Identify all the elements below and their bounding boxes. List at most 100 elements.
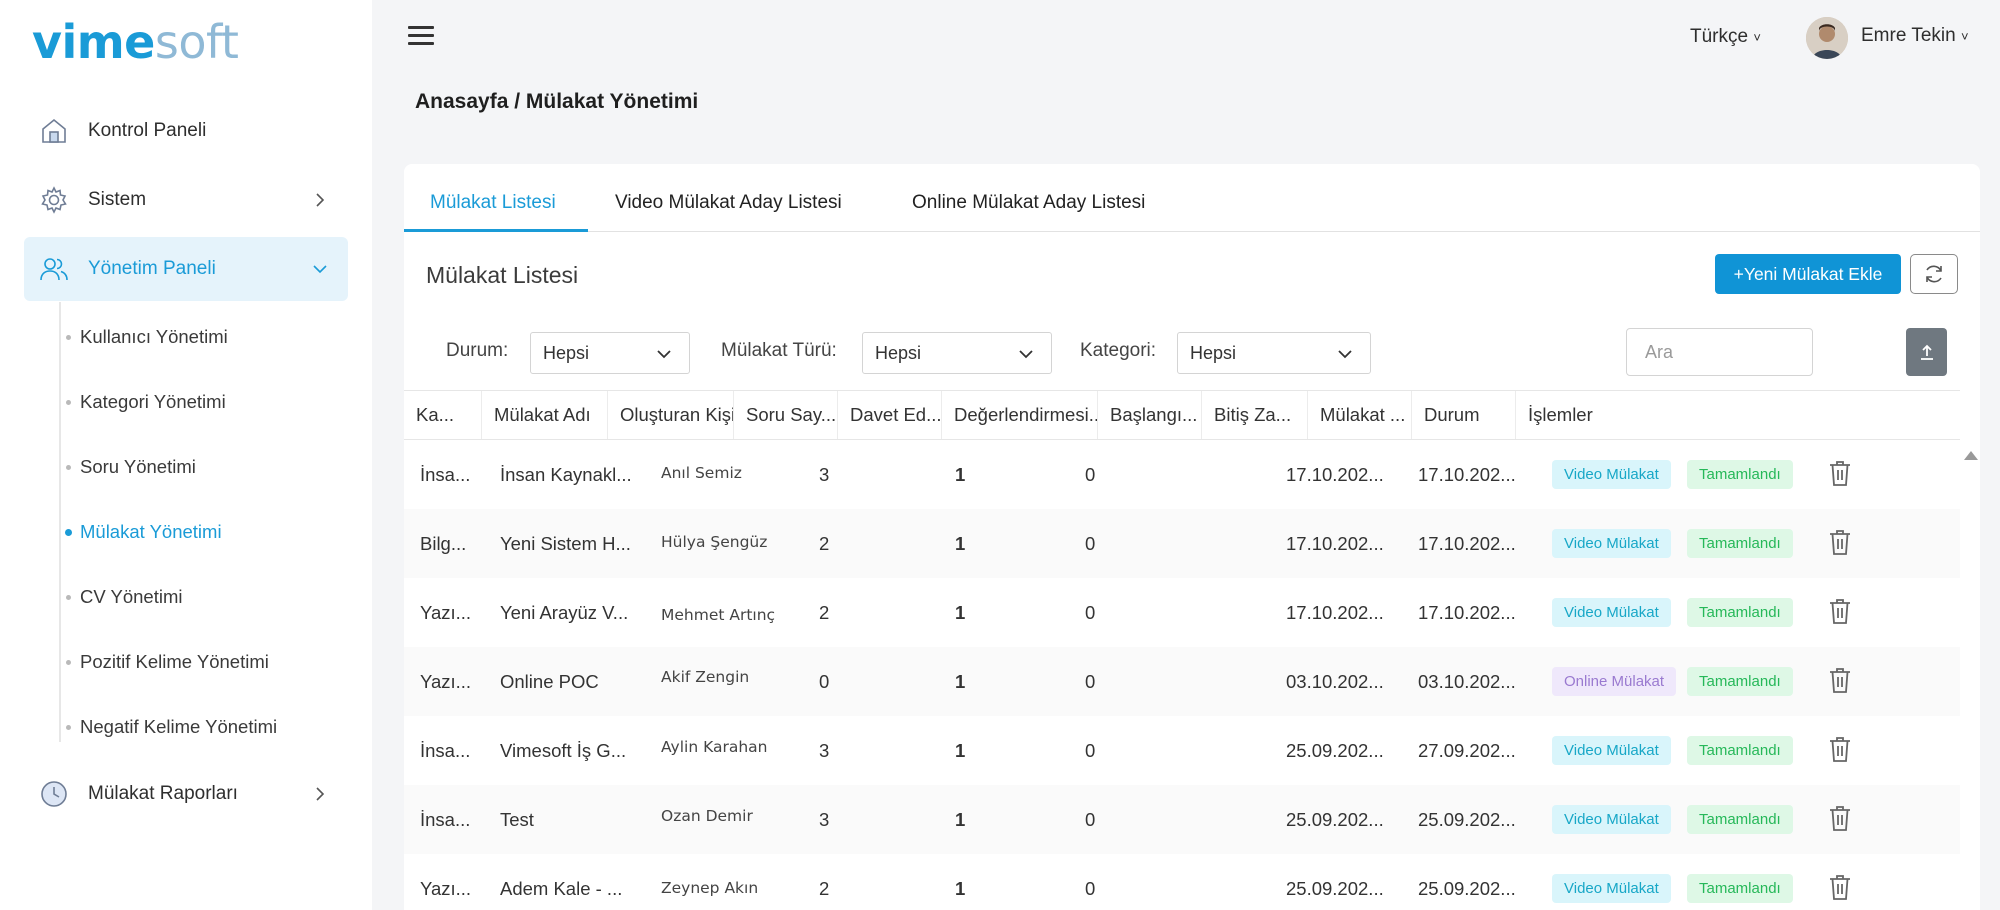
sidebar-item-yonetim-paneli[interactable]: Yönetim Paneli	[24, 237, 348, 301]
column-header[interactable]: Değerlendirmesi...	[942, 391, 1098, 439]
chevron-down-icon: ˅	[1753, 30, 1761, 45]
sidebar: vimesoft Kontrol Paneli Sistem Yönetim P…	[0, 0, 372, 910]
column-header[interactable]: Oluşturan Kişi	[608, 391, 734, 439]
sidebar-subitem-soru[interactable]: Soru Yönetimi	[66, 451, 196, 483]
filter-tur-label: Mülakat Türü:	[721, 340, 837, 361]
menu-toggle-icon[interactable]	[408, 26, 434, 48]
cell-ad: Vimesoft İş G...	[500, 740, 627, 761]
cell-deger: 0	[1085, 533, 1096, 554]
trash-icon[interactable]	[1828, 528, 1852, 556]
chevron-down-icon: ˅	[1960, 29, 1969, 44]
filter-tur-select[interactable]: Hepsi	[862, 332, 1052, 374]
cell-ad: Online POC	[500, 671, 599, 692]
cell-soru: 3	[819, 464, 830, 485]
table-row[interactable]: Yazı... Online POC Akif Zengin 0 1 0 03.…	[404, 647, 1960, 716]
column-header[interactable]: İşlemler	[1516, 391, 1642, 439]
trash-icon[interactable]	[1828, 459, 1852, 487]
type-badge: Video Mülakat	[1552, 598, 1671, 627]
trash-icon[interactable]	[1828, 735, 1852, 763]
cell-soru: 2	[819, 533, 830, 554]
column-header[interactable]: Soru Say...	[734, 391, 838, 439]
cell-soru: 0	[819, 671, 830, 692]
sidebar-subitem-kategori[interactable]: Kategori Yönetimi	[66, 386, 226, 418]
sidebar-subitem-pozitif[interactable]: Pozitif Kelime Yönetimi	[66, 646, 269, 678]
column-header[interactable]: Başlangı...	[1098, 391, 1202, 439]
cell-kisi: Anıl Semiz	[661, 464, 742, 482]
cell-kisi: Akif Zengin	[661, 668, 750, 686]
cell-ad: Adem Kale - ...	[500, 878, 623, 899]
tab-mulakat-listesi[interactable]: Mülakat Listesi	[404, 192, 588, 232]
cell-baslangic: 17.10.202...	[1286, 533, 1384, 554]
column-header[interactable]: Durum	[1412, 391, 1516, 439]
status-badge: Tamamlandı	[1687, 460, 1793, 489]
filter-kategori-select[interactable]: Hepsi	[1177, 332, 1371, 374]
cell-kategori: İnsa...	[420, 740, 471, 761]
sidebar-subitem-cv[interactable]: CV Yönetimi	[65, 581, 182, 613]
table-row[interactable]: İnsa... İnsan Kaynakl... Anıl Semiz 3 1 …	[404, 440, 1960, 509]
cell-ad: Yeni Arayüz V...	[500, 602, 629, 623]
sidebar-item-kontrol-paneli[interactable]: Kontrol Paneli	[24, 99, 348, 163]
chevron-right-icon	[316, 193, 325, 207]
cell-bitis: 27.09.202...	[1418, 740, 1516, 761]
table-row[interactable]: İnsa... Test Ozan Demir 3 1 0 25.09.202.…	[404, 785, 1960, 854]
vimesoft-logo[interactable]: vimesoft	[32, 14, 239, 70]
trash-icon[interactable]	[1828, 873, 1852, 901]
status-badge: Tamamlandı	[1687, 667, 1793, 696]
cell-soru: 3	[819, 809, 830, 830]
sidebar-item-label: Kontrol Paneli	[88, 120, 207, 141]
column-header[interactable]: Ka...	[404, 391, 482, 439]
language-selector[interactable]: Türkçe ˅	[1690, 26, 1761, 48]
table-row[interactable]: Yazı... Adem Kale - ... Zeynep Akın 2 1 …	[404, 854, 1960, 910]
cell-ad: Yeni Sistem H...	[500, 533, 631, 554]
trash-icon[interactable]	[1828, 804, 1852, 832]
tab-video-mulakat-aday[interactable]: Video Mülakat Aday Listesi	[615, 192, 842, 232]
avatar[interactable]	[1806, 17, 1848, 59]
column-header[interactable]: Mülakat Adı	[482, 391, 608, 439]
logo-part-2: soft	[154, 15, 239, 69]
column-header[interactable]: Davet Ed...	[838, 391, 942, 439]
cell-deger: 0	[1085, 602, 1096, 623]
cell-davet: 1	[955, 740, 966, 761]
chevron-down-icon	[313, 265, 327, 274]
add-interview-button[interactable]: +Yeni Mülakat Ekle	[1715, 254, 1901, 294]
filter-durum-select[interactable]: Hepsi	[530, 332, 690, 374]
trash-icon[interactable]	[1828, 597, 1852, 625]
cell-kategori: Yazı...	[420, 671, 472, 692]
column-header[interactable]: Bitiş Za...	[1202, 391, 1308, 439]
interview-list-card: Mülakat Listesi Video Mülakat Aday Liste…	[404, 164, 1980, 910]
cell-kategori: İnsa...	[420, 464, 471, 485]
cell-baslangic: 25.09.202...	[1286, 740, 1384, 761]
cell-kisi: Zeynep Akın	[661, 879, 759, 897]
column-header[interactable]: Mülakat ...	[1308, 391, 1412, 439]
table-row[interactable]: Yazı... Yeni Arayüz V... Mehmet Artınç 2…	[404, 578, 1960, 647]
filter-kategori-label: Kategori:	[1080, 340, 1157, 361]
export-button[interactable]	[1906, 328, 1947, 376]
search-input[interactable]	[1626, 328, 1813, 376]
chevron-right-icon	[316, 787, 325, 801]
cell-baslangic: 25.09.202...	[1286, 809, 1384, 830]
sidebar-item-mulakat-raporlari[interactable]: Mülakat Raporları	[24, 762, 348, 826]
type-badge: Video Mülakat	[1552, 805, 1671, 834]
cell-soru: 2	[819, 602, 830, 623]
refresh-button[interactable]	[1910, 254, 1958, 294]
scroll-up-arrow[interactable]	[1964, 451, 1978, 460]
cell-davet: 1	[955, 671, 966, 692]
sidebar-subitem-kullanici[interactable]: Kullanıcı Yönetimi	[66, 321, 228, 353]
cell-bitis: 03.10.202...	[1418, 671, 1516, 692]
cell-bitis: 17.10.202...	[1418, 464, 1516, 485]
status-badge: Tamamlandı	[1687, 598, 1793, 627]
table-row[interactable]: Bilg... Yeni Sistem H... Hülya Şengüz 2 …	[404, 509, 1960, 578]
chevron-down-icon	[1338, 350, 1352, 359]
tab-bar: Mülakat Listesi Video Mülakat Aday Liste…	[404, 164, 1980, 232]
table-row[interactable]: İnsa... Vimesoft İş G... Aylin Karahan 3…	[404, 716, 1960, 785]
tab-online-mulakat-aday[interactable]: Online Mülakat Aday Listesi	[912, 192, 1145, 232]
sidebar-item-sistem[interactable]: Sistem	[24, 168, 348, 232]
sidebar-subitem-negatif[interactable]: Negatif Kelime Yönetimi	[65, 711, 277, 743]
sidebar-subitem-mulakat[interactable]: Mülakat Yönetimi	[65, 516, 222, 548]
status-badge: Tamamlandı	[1687, 529, 1793, 558]
cell-baslangic: 17.10.202...	[1286, 464, 1384, 485]
user-menu[interactable]: Emre Tekin ˅	[1861, 25, 1969, 47]
cell-baslangic: 17.10.202...	[1286, 602, 1384, 623]
trash-icon[interactable]	[1828, 666, 1852, 694]
cell-deger: 0	[1085, 878, 1096, 899]
